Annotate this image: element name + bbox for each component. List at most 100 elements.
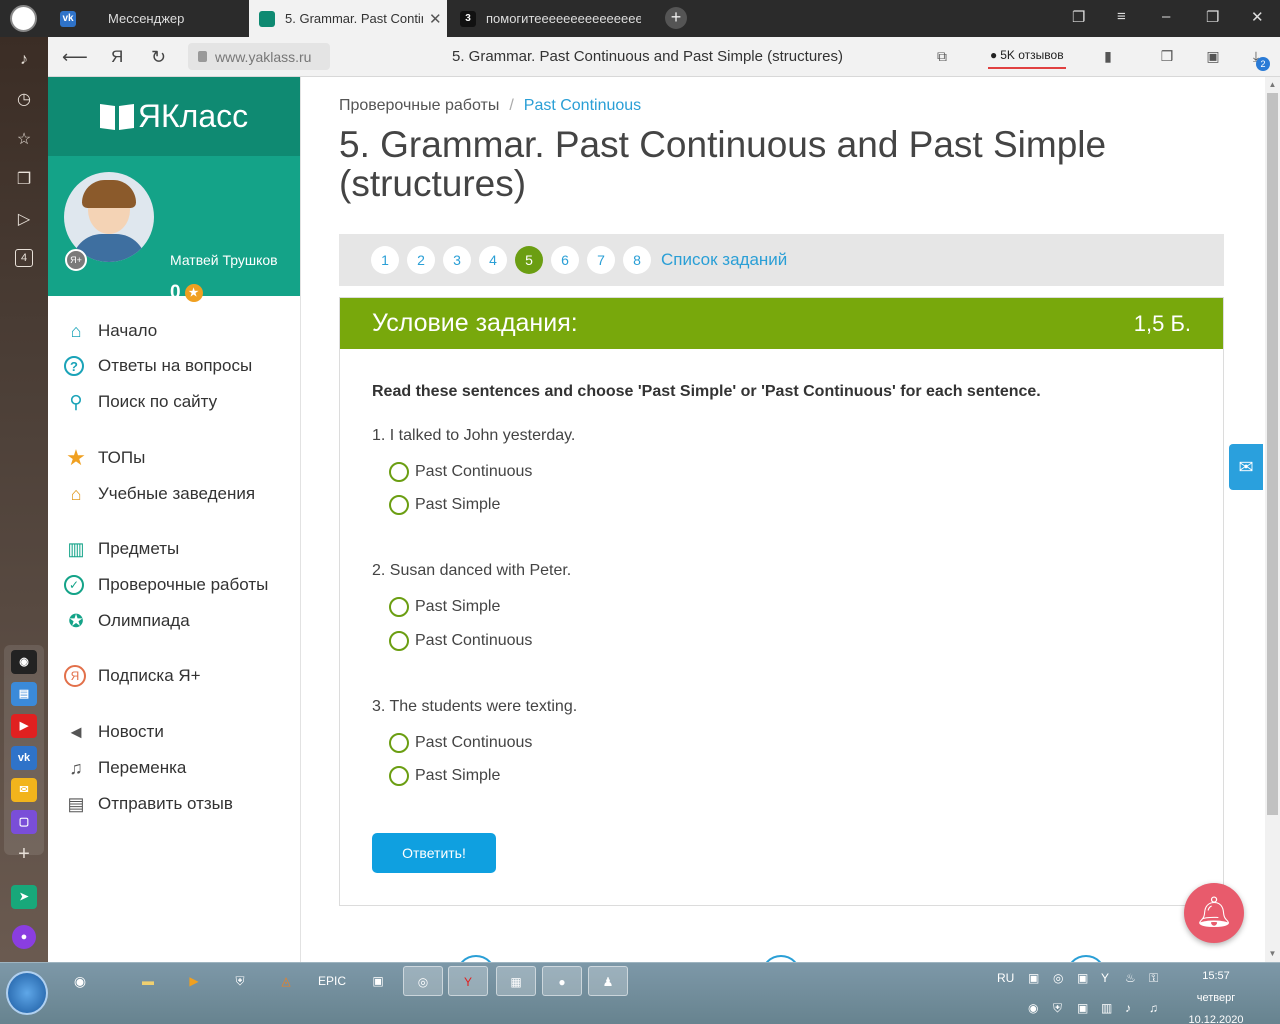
menu-item-break[interactable]: ♫ Переменка [64, 756, 186, 780]
close-icon[interactable]: ✕ [429, 10, 442, 28]
menu-item-schools[interactable]: ⌂ Учебные заведения [64, 482, 256, 506]
messenger-icon[interactable]: ▢ [11, 810, 37, 834]
yandex-profile-icon[interactable] [10, 5, 37, 32]
option-label[interactable]: Past Continuous [415, 463, 532, 481]
task-number-7[interactable]: 7 [587, 246, 615, 274]
tray-icon[interactable]: ♪ [1125, 1001, 1131, 1015]
discord-icon[interactable]: ◎ [403, 966, 443, 996]
zoom-icon[interactable]: ▣ [358, 966, 398, 996]
task-number-4[interactable]: 4 [479, 246, 507, 274]
vk-icon[interactable]: vk [11, 746, 37, 770]
radio-button[interactable] [389, 631, 409, 651]
tab-messenger[interactable]: vk Мессенджер [50, 0, 248, 37]
tray-icon[interactable]: ⚿ [1149, 971, 1158, 986]
start-button[interactable] [6, 971, 48, 1015]
origin-icon[interactable]: ◬ [266, 966, 306, 996]
youtube-icon[interactable]: ▶ [11, 714, 37, 738]
task-list-link[interactable]: Список заданий [661, 250, 787, 270]
yaklass-logo[interactable]: ЯКласс [48, 77, 300, 156]
tabs-menu-icon[interactable]: ❐ [1072, 8, 1085, 26]
option-label[interactable]: Past Continuous [415, 632, 532, 650]
breadcrumb-current[interactable]: Past Continuous [524, 97, 641, 114]
reload-button[interactable]: ↻ [151, 47, 166, 68]
menu-item-feedback[interactable]: ▤ Отправить отзыв [64, 792, 232, 816]
character-app-icon[interactable]: ♟ [588, 966, 628, 996]
star-icon[interactable]: ☆ [13, 129, 35, 151]
game-icon[interactable]: ● [542, 966, 582, 996]
restore-icon[interactable]: ❐ [1206, 8, 1219, 26]
discord-tray-icon[interactable]: ◎ [1053, 971, 1063, 985]
app-icon[interactable]: ▦ [496, 966, 536, 996]
bookmark-icon[interactable]: ▮ [1100, 48, 1116, 64]
wot-icon[interactable]: ⛨ [220, 966, 260, 996]
submit-answer-button[interactable]: Ответить! [372, 833, 496, 873]
menu-item-tops[interactable]: ★ ТОПы [64, 445, 145, 470]
radio-button[interactable] [389, 733, 409, 753]
radio-button[interactable] [389, 597, 409, 617]
task-number-2[interactable]: 2 [407, 246, 435, 274]
url-field[interactable]: www.yaklass.ru [188, 43, 330, 70]
radio-button[interactable] [389, 462, 409, 482]
volume-icon[interactable]: ♫ [1149, 1001, 1158, 1015]
menu-item-subjects[interactable]: ▥ Предметы [64, 537, 179, 561]
system-clock[interactable]: 15:57 четверг 10.12.2020 [1188, 965, 1244, 1024]
play-icon[interactable]: ▷ [13, 209, 35, 231]
menu-item-tests[interactable]: ✓ Проверочные работы [64, 573, 268, 597]
add-app-icon[interactable]: + [13, 843, 35, 865]
q3-option-1[interactable]: Past Continuous [389, 733, 532, 753]
send-app-icon[interactable]: ➤ [11, 885, 37, 909]
shield-icon[interactable]: ⛨ [1053, 1001, 1062, 1016]
task-number-3[interactable]: 3 [443, 246, 471, 274]
tray-icon[interactable]: ♨ [1125, 971, 1136, 985]
tab-yaklass[interactable]: 5. Grammar. Past Contin ✕ [249, 0, 447, 37]
option-label[interactable]: Past Simple [415, 767, 500, 785]
new-tab-button[interactable]: + [665, 7, 687, 29]
scroll-down-icon[interactable]: ▼ [1268, 949, 1277, 958]
alice-app-icon[interactable]: ◉ [11, 650, 37, 674]
tray-icon[interactable]: ◉ [1028, 1001, 1038, 1015]
profile-link[interactable]: Мой профиль [170, 316, 289, 332]
epic-tray-icon[interactable]: ▣ [1077, 971, 1088, 985]
epic-games-icon[interactable]: EPIC [312, 966, 352, 996]
menu-item-olympiad[interactable]: ✪ Олимпиада [64, 609, 189, 633]
menu-icon[interactable]: ≡ [1117, 8, 1126, 25]
close-window-icon[interactable]: ✕ [1251, 8, 1264, 26]
radio-button[interactable] [389, 495, 409, 515]
breadcrumb-root[interactable]: Проверочные работы [339, 97, 499, 114]
yandex-tray-icon[interactable]: Y [1101, 971, 1109, 985]
task-number-8[interactable]: 8 [623, 246, 651, 274]
tray-icon[interactable]: ▣ [1028, 971, 1039, 985]
screenshot-icon[interactable]: ▣ [1205, 48, 1221, 64]
radio-button[interactable] [389, 766, 409, 786]
scroll-up-icon[interactable]: ▲ [1268, 80, 1277, 89]
user-name[interactable]: Матвей Трушков [170, 252, 278, 268]
reviews-button[interactable]: ● 5K отзывов [988, 43, 1066, 69]
back-button[interactable]: ⟵ [62, 47, 88, 68]
q2-option-2[interactable]: Past Continuous [389, 631, 532, 651]
scrollbar-thumb[interactable] [1267, 93, 1278, 815]
media-player-icon[interactable]: ▶ [174, 966, 214, 996]
nvidia-icon[interactable]: ▣ [1077, 1001, 1088, 1015]
option-label[interactable]: Past Continuous [415, 734, 532, 752]
minimize-icon[interactable]: – [1162, 8, 1170, 25]
q1-option-2[interactable]: Past Simple [389, 495, 500, 515]
option-label[interactable]: Past Simple [415, 598, 500, 616]
tab-znanija[interactable]: 3 помогитееееееееееееееееее [452, 0, 650, 37]
collections-icon[interactable]: ❐ [13, 169, 35, 191]
notifications-bell-button[interactable]: 🔔︎ [1184, 883, 1244, 943]
q3-option-2[interactable]: Past Simple [389, 766, 500, 786]
menu-item-news[interactable]: ◄ Новости [64, 720, 164, 744]
alice-icon[interactable]: ● [12, 925, 36, 949]
copy-icon[interactable]: ⧉ [934, 48, 950, 64]
network-icon[interactable]: ▥ [1101, 1001, 1112, 1015]
alice-icon[interactable]: ◉ [60, 966, 100, 996]
yandex-button[interactable]: Я [111, 47, 123, 67]
history-icon[interactable]: ◷ [13, 89, 35, 111]
explorer-icon[interactable]: ▬ [128, 966, 168, 996]
task-number-6[interactable]: 6 [551, 246, 579, 274]
menu-item-home[interactable]: ⌂ Начало [64, 319, 158, 343]
q2-option-1[interactable]: Past Simple [389, 597, 500, 617]
mail-feedback-button[interactable]: ✉ [1229, 444, 1263, 490]
bell-icon[interactable]: ♪ [13, 49, 35, 71]
mail-icon[interactable]: ✉ [11, 778, 37, 802]
